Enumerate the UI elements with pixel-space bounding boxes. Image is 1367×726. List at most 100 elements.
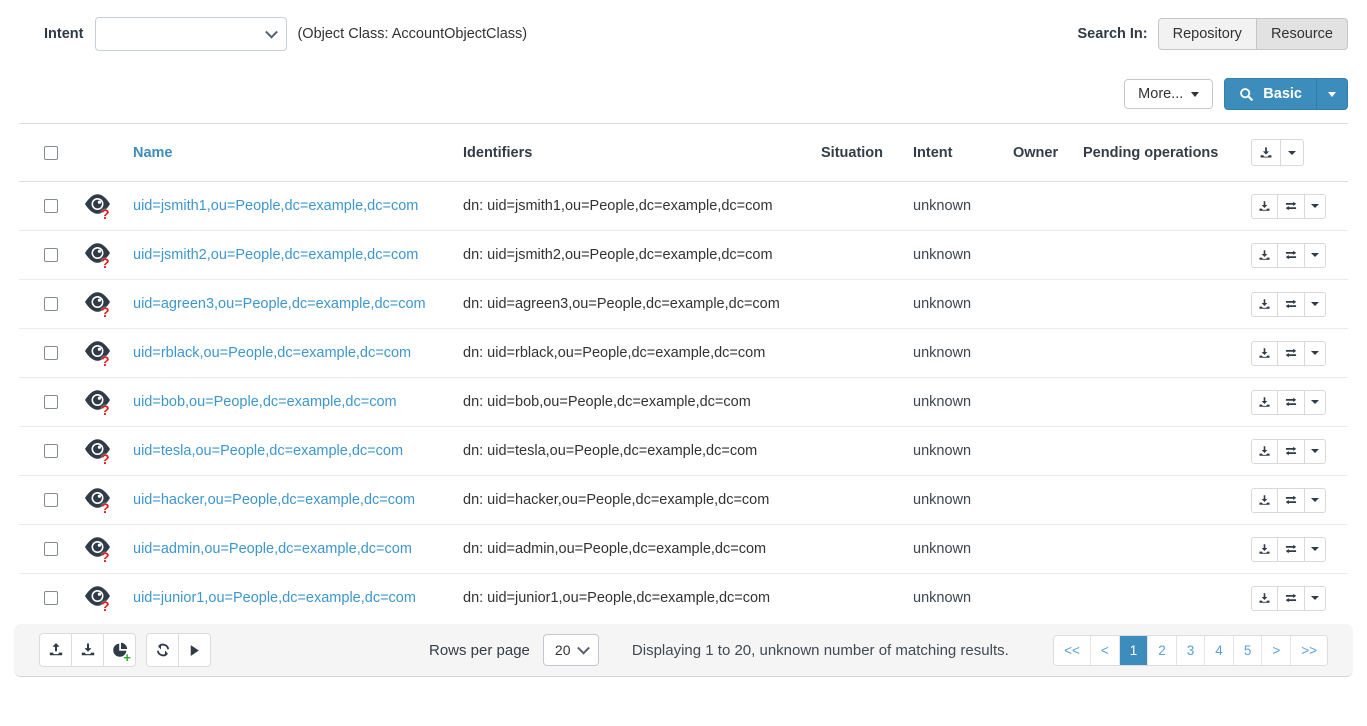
row-download-button[interactable] [1251, 243, 1278, 268]
table-row: ? uid=hacker,ou=People,dc=example,dc=com… [19, 476, 1348, 525]
export-dropdown-button[interactable] [1280, 139, 1304, 166]
page-button-4[interactable]: 4 [1204, 636, 1233, 665]
row-actions [1251, 341, 1326, 366]
row-change-owner-button[interactable] [1277, 194, 1305, 219]
row-menu-button[interactable] [1304, 439, 1326, 464]
row-change-owner-button[interactable] [1277, 488, 1305, 513]
page-button-2[interactable]: 2 [1147, 636, 1176, 665]
intent-select[interactable] [95, 17, 287, 51]
exchange-icon [1284, 493, 1298, 507]
shadow-account-eye-question-icon: ? [84, 389, 111, 411]
download-icon [1258, 396, 1271, 409]
row-change-owner-button[interactable] [1277, 537, 1305, 562]
page-button-5[interactable]: 5 [1233, 636, 1262, 665]
account-owner [1005, 525, 1075, 574]
chevron-down-icon [1311, 498, 1319, 502]
column-header-name[interactable]: Name [125, 124, 455, 182]
question-mark-icon: ? [101, 452, 110, 466]
account-name-link[interactable]: uid=agreen3,ou=People,dc=example,dc=com [133, 296, 426, 312]
account-name-link[interactable]: uid=jsmith2,ou=People,dc=example,dc=com [133, 247, 418, 263]
row-download-button[interactable] [1251, 586, 1278, 611]
create-report-button[interactable]: + [103, 633, 136, 667]
row-download-button[interactable] [1251, 341, 1278, 366]
row-change-owner-button[interactable] [1277, 243, 1305, 268]
question-mark-icon: ? [101, 305, 110, 319]
account-name-link[interactable]: uid=tesla,ou=People,dc=example,dc=com [133, 443, 403, 459]
account-intent: unknown [905, 574, 1005, 623]
row-checkbox[interactable] [44, 248, 58, 262]
account-name-link[interactable]: uid=jsmith1,ou=People,dc=example,dc=com [133, 198, 418, 214]
account-owner [1005, 574, 1075, 623]
account-situation [813, 427, 905, 476]
page-button-prevprev[interactable]: << [1054, 636, 1090, 665]
basic-search-button[interactable]: Basic [1224, 78, 1348, 110]
row-checkbox[interactable] [44, 199, 58, 213]
download-button[interactable] [71, 633, 104, 667]
row-change-owner-button[interactable] [1277, 390, 1305, 415]
row-change-owner-button[interactable] [1277, 586, 1305, 611]
search-in-resource-button[interactable]: Resource [1256, 18, 1348, 50]
row-change-owner-button[interactable] [1277, 341, 1305, 366]
row-change-owner-button[interactable] [1277, 292, 1305, 317]
page-button-next[interactable]: > [1261, 636, 1290, 665]
icon-column-header [69, 124, 125, 182]
row-menu-button[interactable] [1304, 341, 1326, 366]
account-name-link[interactable]: uid=hacker,ou=People,dc=example,dc=com [133, 492, 415, 508]
page-button-1[interactable]: 1 [1119, 636, 1148, 665]
row-actions [1251, 243, 1326, 268]
row-menu-button[interactable] [1304, 488, 1326, 513]
exchange-icon [1284, 591, 1298, 605]
row-menu-button[interactable] [1304, 537, 1326, 562]
column-header-owner: Owner [1005, 124, 1075, 182]
row-download-button[interactable] [1251, 390, 1278, 415]
search-in-section: Search In: RepositoryResource [1078, 18, 1348, 50]
intent-search-bar: Intent (Object Class: AccountObjectClass… [19, 17, 1348, 51]
row-checkbox[interactable] [44, 493, 58, 507]
select-all-checkbox[interactable] [44, 146, 58, 160]
row-checkbox[interactable] [44, 346, 58, 360]
more-button[interactable]: More... [1124, 79, 1213, 109]
question-mark-icon: ? [101, 501, 110, 515]
row-download-button[interactable] [1251, 439, 1278, 464]
export-download-button[interactable] [1251, 139, 1281, 166]
row-download-button[interactable] [1251, 537, 1278, 562]
download-icon [1258, 347, 1271, 360]
account-intent: unknown [905, 378, 1005, 427]
account-pending-operations [1075, 574, 1243, 623]
question-mark-icon: ? [101, 403, 110, 417]
rows-per-page-select[interactable]: 20 [543, 634, 599, 666]
chevron-down-icon [1311, 351, 1319, 355]
account-name-link[interactable]: uid=bob,ou=People,dc=example,dc=com [133, 394, 397, 410]
row-menu-button[interactable] [1304, 390, 1326, 415]
row-menu-button[interactable] [1304, 194, 1326, 219]
row-checkbox[interactable] [44, 297, 58, 311]
row-menu-button[interactable] [1304, 586, 1326, 611]
plus-icon: + [123, 651, 131, 664]
search-in-repository-button[interactable]: Repository [1158, 18, 1257, 50]
row-checkbox[interactable] [44, 395, 58, 409]
row-download-button[interactable] [1251, 488, 1278, 513]
row-change-owner-button[interactable] [1277, 439, 1305, 464]
more-button-label: More... [1138, 86, 1183, 102]
import-button[interactable] [39, 633, 72, 667]
page-button-nextnext[interactable]: >> [1290, 636, 1327, 665]
row-download-button[interactable] [1251, 194, 1278, 219]
account-situation [813, 574, 905, 623]
account-situation [813, 476, 905, 525]
account-name-link[interactable]: uid=rblack,ou=People,dc=example,dc=com [133, 345, 411, 361]
page-button-3[interactable]: 3 [1176, 636, 1205, 665]
row-menu-button[interactable] [1304, 292, 1326, 317]
row-checkbox[interactable] [44, 542, 58, 556]
page-button-prev[interactable]: < [1090, 636, 1119, 665]
play-button[interactable] [178, 633, 211, 667]
refresh-button[interactable] [146, 633, 179, 667]
row-checkbox[interactable] [44, 591, 58, 605]
table-row: ? uid=tesla,ou=People,dc=example,dc=com … [19, 427, 1348, 476]
shadow-account-eye-question-icon: ? [84, 291, 111, 313]
row-checkbox[interactable] [44, 444, 58, 458]
basic-search-dropdown[interactable] [1316, 79, 1347, 109]
account-name-link[interactable]: uid=junior1,ou=People,dc=example,dc=com [133, 590, 416, 606]
row-menu-button[interactable] [1304, 243, 1326, 268]
account-name-link[interactable]: uid=admin,ou=People,dc=example,dc=com [133, 541, 412, 557]
row-download-button[interactable] [1251, 292, 1278, 317]
